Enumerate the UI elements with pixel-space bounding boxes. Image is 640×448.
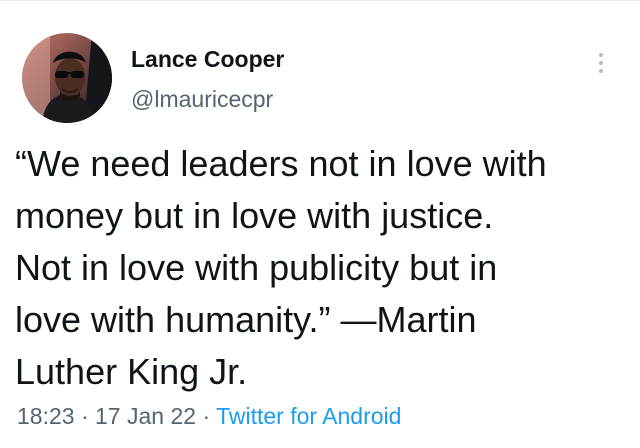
tweet-line: money but in love with justice. [15,195,494,236]
tweet-line: “We need leaders not in love with [15,143,547,184]
tweet-meta: 18:23 · 17 Jan 22 · Twitter for Android [17,401,401,431]
meta-separator: · [80,403,89,429]
tweet-time[interactable]: 18:23 [17,403,75,429]
more-options-icon[interactable] [593,50,609,76]
profile-photo-icon [22,33,112,123]
tweet-source-link[interactable]: Twitter for Android [216,403,401,429]
tweet-date[interactable]: 17 Jan 22 [95,403,196,429]
tweet-text: “We need leaders not in love with money … [15,138,627,398]
author-handle[interactable]: @lmauricecpr [131,84,273,114]
tweet-line: Luther King Jr. [15,351,248,392]
avatar[interactable] [22,33,112,123]
meta-separator: · [202,403,211,429]
tweet-card: Lance Cooper @lmauricecpr “We need leade… [0,0,640,448]
tweet-line: love with humanity.” —Martin [15,299,477,340]
tweet-line: Not in love with publicity but in [15,247,498,288]
author-display-name[interactable]: Lance Cooper [131,44,284,74]
